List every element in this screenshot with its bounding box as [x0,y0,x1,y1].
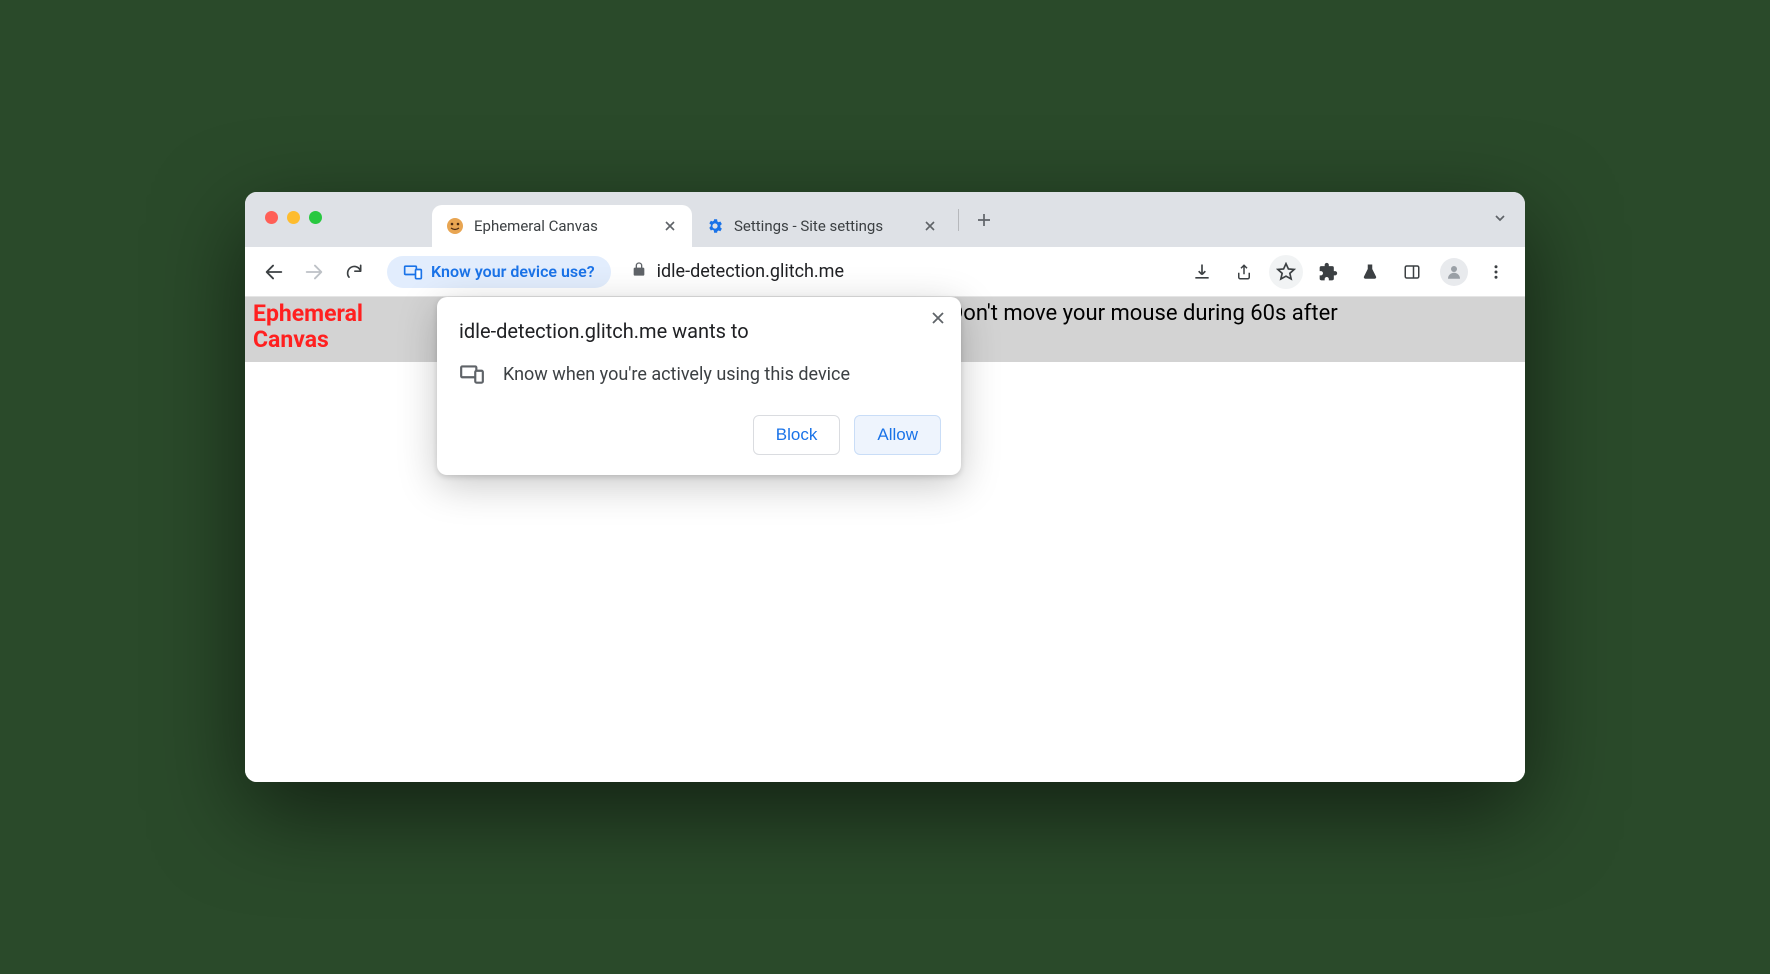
address-bar[interactable]: idle-detection.glitch.me [631,261,844,282]
tab-separator [958,209,959,231]
forward-button[interactable] [297,255,331,289]
toolbar: Know your device use? idle-detection.gli… [245,247,1525,297]
tab-title: Settings - Site settings [734,217,912,235]
extensions-icon[interactable] [1311,255,1345,289]
allow-button[interactable]: Allow [854,415,941,455]
devices-icon [459,361,485,387]
reload-button[interactable] [337,255,371,289]
lock-icon [631,261,647,282]
close-tab-icon[interactable] [922,218,938,234]
tab-settings[interactable]: Settings - Site settings [692,205,952,247]
permission-text: Know when you're actively using this dev… [503,364,850,385]
bookmark-icon[interactable] [1269,255,1303,289]
back-button[interactable] [257,255,291,289]
chip-label: Know your device use? [431,262,595,281]
permission-prompt: idle-detection.glitch.me wants to Know w… [437,297,961,475]
maximize-window-button[interactable] [309,211,322,224]
favicon-icon [446,217,464,235]
url-text: idle-detection.glitch.me [657,261,844,282]
popup-title: idle-detection.glitch.me wants to [459,319,941,343]
profile-button[interactable] [1437,255,1471,289]
share-icon[interactable] [1227,255,1261,289]
tab-search-button[interactable] [1493,210,1507,229]
close-tab-icon[interactable] [662,218,678,234]
tab-title: Ephemeral Canvas [474,217,652,235]
gear-icon [706,217,724,235]
popup-actions: Block Allow [459,415,941,455]
avatar-icon [1440,258,1468,286]
menu-button[interactable] [1479,255,1513,289]
tab-ephemeral-canvas[interactable]: Ephemeral Canvas [432,205,692,247]
page-description: [Don't move your mouse during 60s after [943,301,1338,326]
window-controls [265,211,322,224]
sidepanel-icon[interactable] [1395,255,1429,289]
permission-chip[interactable]: Know your device use? [387,256,611,288]
devices-icon [403,262,423,282]
new-tab-button[interactable] [969,205,999,235]
labs-icon[interactable] [1353,255,1387,289]
toolbar-actions [1185,255,1513,289]
close-window-button[interactable] [265,211,278,224]
permission-row: Know when you're actively using this dev… [459,361,941,387]
block-button[interactable]: Block [753,415,841,455]
page-content: Ephemeral Canvas [Don't move your mouse … [245,297,1525,782]
downloads-icon[interactable] [1185,255,1219,289]
close-icon[interactable] [927,307,949,329]
minimize-window-button[interactable] [287,211,300,224]
browser-window: Ephemeral Canvas Settings - Site setting… [245,192,1525,782]
page-title: Ephemeral Canvas [253,301,383,354]
titlebar: Ephemeral Canvas Settings - Site setting… [245,192,1525,247]
tab-strip: Ephemeral Canvas Settings - Site setting… [432,192,1525,247]
